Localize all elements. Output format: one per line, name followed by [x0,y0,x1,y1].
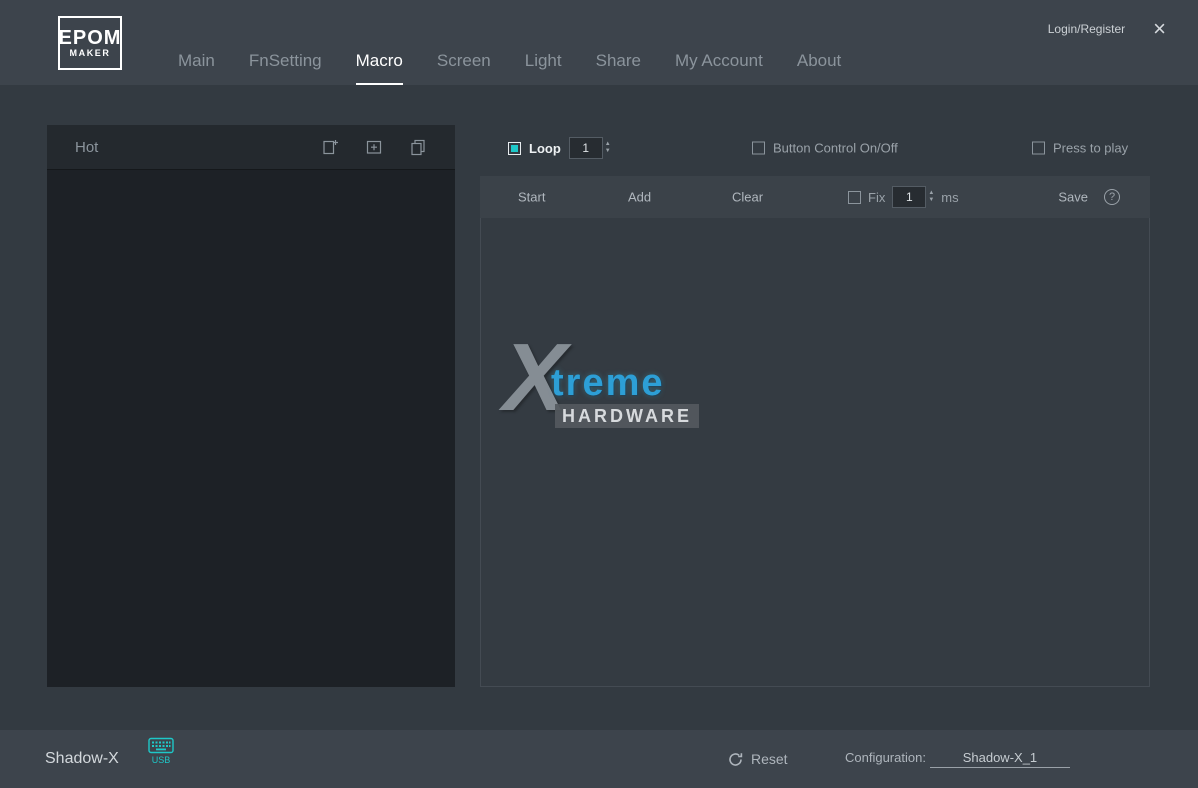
top-right-controls: Login/Register × [1048,18,1166,40]
fix-increment-icon[interactable]: ▲ [928,190,934,197]
loop-option: Loop ▲ ▼ [508,137,611,159]
macro-editor: Loop ▲ ▼ Button Control On/Off Pr [480,85,1150,730]
fix-checkbox[interactable] [848,191,861,204]
logo-text-epom: EPOM [59,28,122,48]
watermark-treme: treme [551,364,665,402]
epomaker-driver-window: EPOM MAKER Main FnSetting Macro Screen L… [0,0,1198,788]
loop-increment-icon[interactable]: ▲ [605,141,611,148]
start-button[interactable]: Start [518,190,545,205]
fix-delay-input[interactable] [892,186,926,208]
tab-fnsetting[interactable]: FnSetting [249,51,322,85]
reset-icon [728,752,743,767]
clear-button[interactable]: Clear [732,190,763,205]
add-macro-group-icon[interactable] [365,138,383,156]
logo-text-maker: MAKER [70,48,111,59]
add-button[interactable]: Add [628,190,651,205]
bottom-bar: Shadow-X USB Reset Configuration: Shadow… [0,730,1198,788]
fix-delay-group: ▲ ▼ [892,186,934,208]
tab-light[interactable]: Light [525,51,562,85]
tab-main[interactable]: Main [178,51,215,85]
macro-toolbar: Start Add Clear Fix ▲ ▼ ms Save [480,176,1150,218]
press-to-play-option: Press to play [1032,141,1128,156]
tab-about[interactable]: About [797,51,841,85]
fix-decrement-icon[interactable]: ▼ [928,197,934,204]
loop-options-row: Loop ▲ ▼ Button Control On/Off Pr [508,135,1150,161]
new-macro-icon[interactable] [321,138,339,156]
macro-list-body [47,171,455,687]
close-icon[interactable]: × [1153,18,1166,40]
macro-list-header: Hot [47,125,455,170]
reset-button[interactable]: Reset [728,751,788,767]
save-button[interactable]: Save [1058,190,1088,205]
loop-count-spinner: ▲ ▼ [605,141,611,155]
macro-group-title: Hot [75,139,321,156]
epomaker-logo: EPOM MAKER [58,16,122,70]
keyboard-icon [148,737,174,754]
fix-label: Fix [868,190,885,205]
macro-list-actions [321,138,427,156]
loop-decrement-icon[interactable]: ▼ [605,148,611,155]
content-area: Hot Loop [0,85,1198,730]
loop-count-group: ▲ ▼ [569,137,611,159]
usb-device-selector[interactable]: USB [148,737,174,765]
loop-label: Loop [529,141,561,156]
device-name: Shadow-X [45,750,119,768]
ms-unit-label: ms [941,190,958,205]
usb-label: USB [152,755,171,765]
tab-share[interactable]: Share [596,51,641,85]
main-navigation: Main FnSetting Macro Screen Light Share … [178,51,841,85]
tab-macro[interactable]: Macro [356,51,403,85]
top-bar: EPOM MAKER Main FnSetting Macro Screen L… [0,0,1198,85]
copy-macro-icon[interactable] [409,138,427,156]
help-icon[interactable]: ? [1104,189,1120,205]
macro-steps-list: X treme HARDWARE [480,218,1150,687]
press-to-play-label: Press to play [1053,141,1128,156]
watermark-x: X [503,330,567,426]
loop-checkbox[interactable] [508,142,521,155]
button-control-checkbox[interactable] [752,142,765,155]
button-control-option: Button Control On/Off [752,141,898,156]
tab-screen[interactable]: Screen [437,51,491,85]
xtreme-hardware-watermark: X treme HARDWARE [503,346,733,441]
tab-my-account[interactable]: My Account [675,51,763,85]
press-to-play-checkbox[interactable] [1032,142,1045,155]
watermark-hardware: HARDWARE [555,404,699,428]
fix-delay-spinner: ▲ ▼ [928,190,934,204]
loop-count-input[interactable] [569,137,603,159]
macro-list-panel: Hot [47,125,455,687]
login-register-link[interactable]: Login/Register [1048,22,1125,36]
fix-delay-option: Fix ▲ ▼ ms [848,186,959,208]
configuration-value[interactable]: Shadow-X_1 [930,750,1070,768]
configuration-label: Configuration: [845,750,926,765]
reset-label: Reset [751,751,788,767]
button-control-label: Button Control On/Off [773,141,898,156]
configuration-selector: Configuration: Shadow-X_1 [845,750,1070,768]
